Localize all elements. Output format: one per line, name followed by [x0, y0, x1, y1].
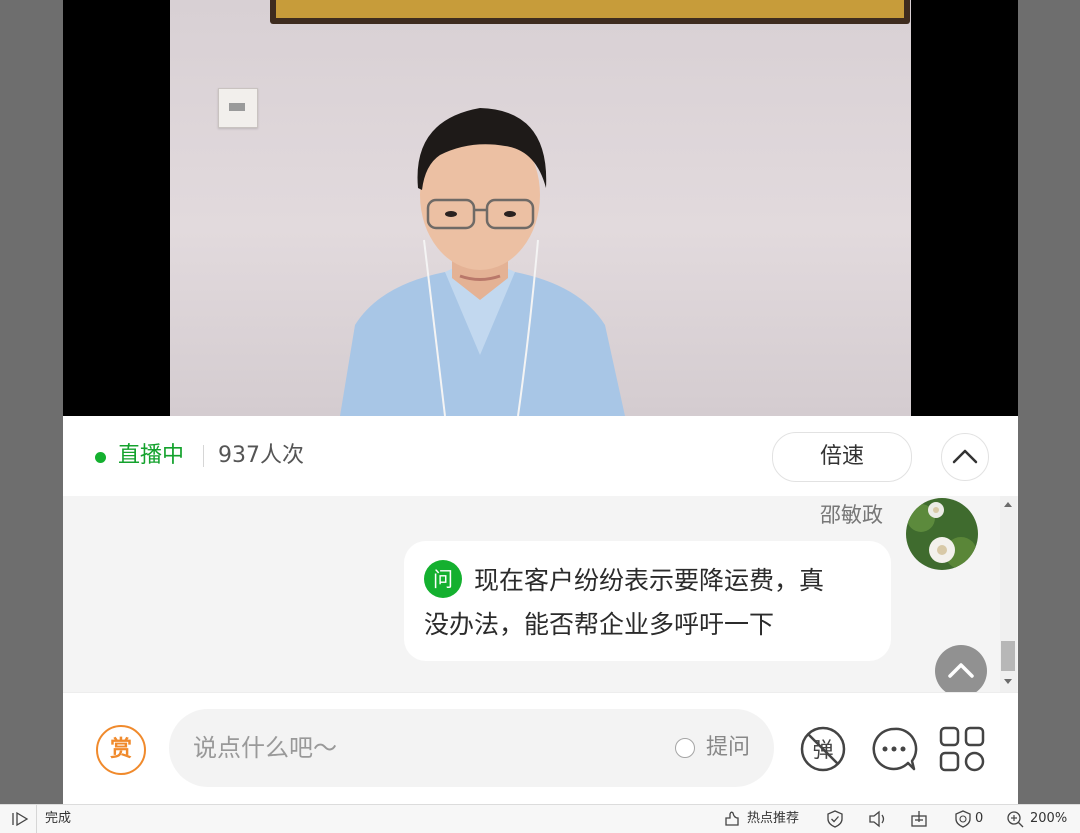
- hot-recommend-label[interactable]: 热点推荐: [747, 809, 799, 829]
- scroll-to-top-button[interactable]: [935, 645, 987, 697]
- live-stream-app: 直播中 937人次 倍速 邵敏政 问现在客户纷纷表示要降运费，真 没办法，能否帮…: [63, 0, 1018, 804]
- ad-block-icon[interactable]: [954, 810, 972, 828]
- scroll-down-arrow-icon[interactable]: [1004, 679, 1012, 684]
- download-icon[interactable]: [910, 810, 928, 828]
- zoom-in-icon[interactable]: [1006, 810, 1024, 828]
- page-load-status: 完成: [45, 811, 72, 826]
- ask-question-radio[interactable]: [675, 738, 695, 758]
- wall-switch: [218, 88, 258, 128]
- live-status-label: 直播中: [118, 443, 185, 468]
- chat-message-bubble: 问现在客户纷纷表示要降运费，真 没办法，能否帮企业多呼吁一下: [404, 541, 891, 661]
- scroll-up-arrow-icon[interactable]: [1004, 502, 1012, 507]
- play-icon[interactable]: [10, 810, 30, 828]
- comments-button[interactable]: [870, 725, 918, 773]
- chat-bubble-icon: [872, 727, 918, 771]
- zoom-level[interactable]: 200%: [1030, 809, 1067, 829]
- ad-block-count: 0: [975, 811, 984, 826]
- question-tag: 问: [424, 560, 462, 598]
- browser-status-bar: 完成 热点推荐 0 200%: [0, 804, 1080, 833]
- video-player[interactable]: [63, 0, 1018, 416]
- ask-question-label[interactable]: 提问: [706, 733, 750, 763]
- reward-button[interactable]: 赏: [96, 725, 146, 775]
- hot-recommend-icon[interactable]: [722, 810, 742, 828]
- live-indicator-dot: [95, 452, 106, 463]
- presenter-figure: [340, 108, 625, 416]
- danmu-toggle-button[interactable]: 弹: [799, 725, 847, 773]
- video-frame: [170, 0, 911, 416]
- speaker-icon[interactable]: [868, 810, 888, 828]
- grid-icon: [939, 726, 985, 772]
- divider: [36, 805, 37, 833]
- viewer-count: 937人次: [218, 443, 304, 468]
- message-sender-name: 邵敏政: [820, 503, 883, 527]
- avatar[interactable]: [906, 498, 978, 570]
- message-text-line-1: 现在客户纷纷表示要降运费，真: [474, 566, 825, 595]
- comment-input-placeholder[interactable]: 说点什么吧～: [193, 733, 337, 763]
- shield-check-icon[interactable]: [826, 810, 844, 828]
- wall-painting: [270, 0, 910, 24]
- chevron-up-icon: [952, 449, 978, 464]
- chevron-up-icon: [948, 663, 974, 678]
- playback-speed-button[interactable]: 倍速: [772, 432, 912, 482]
- danmu-off-icon: 弹: [800, 726, 846, 772]
- collapse-button[interactable]: [941, 433, 989, 481]
- scrollbar-thumb[interactable]: [1001, 641, 1015, 671]
- divider: [203, 445, 204, 467]
- avatar-image: [906, 498, 978, 570]
- message-text-line-2: 没办法，能否帮企业多呼吁一下: [424, 610, 775, 639]
- more-apps-button[interactable]: [938, 725, 986, 773]
